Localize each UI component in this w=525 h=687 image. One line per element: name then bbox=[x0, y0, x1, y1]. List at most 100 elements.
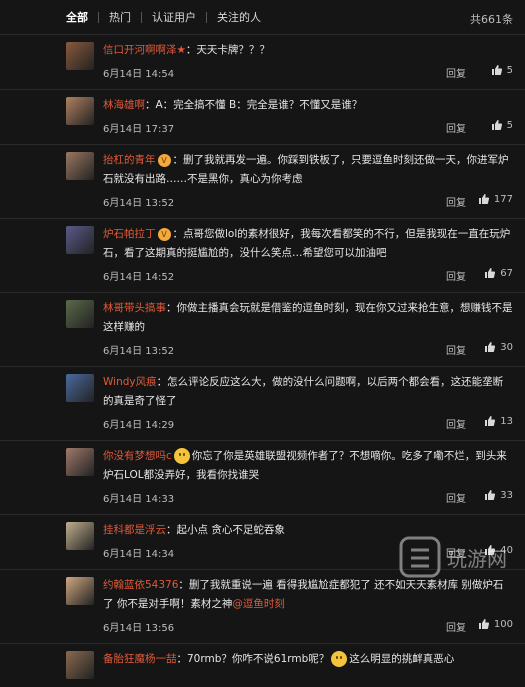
avatar[interactable] bbox=[66, 152, 94, 180]
like-count: 30 bbox=[500, 341, 513, 353]
comment-meta: 6月14日 14:52 回复 67 bbox=[103, 264, 513, 286]
comment-text: 挂科都是浮云：起小点 贪心不足蛇吞象 bbox=[103, 521, 513, 540]
comment-text: Windy风痕：怎么评论反应这么大，做的没什么问题啊，以后两个都会看，这还能垄断… bbox=[103, 373, 513, 411]
reply-button[interactable]: 回复 bbox=[446, 490, 466, 505]
thumbs-up-icon bbox=[484, 489, 500, 501]
reply-button[interactable]: 回复 bbox=[446, 619, 466, 634]
like-button[interactable]: 5 bbox=[491, 119, 513, 131]
thumbs-up-icon bbox=[484, 267, 500, 279]
timestamp: 6月14日 14:34 bbox=[103, 549, 175, 560]
avatar[interactable] bbox=[66, 42, 94, 70]
comment-item: Windy风痕：怎么评论反应这么大，做的没什么问题啊，以后两个都会看，这还能垄断… bbox=[0, 366, 525, 440]
username-link[interactable]: 备胎狂魔杨一喆 bbox=[103, 653, 177, 665]
timestamp: 6月14日 13:56 bbox=[103, 623, 175, 634]
comment-meta: 6月14日 13:52 回复 30 bbox=[103, 338, 513, 360]
like-count: 5 bbox=[506, 64, 513, 76]
username-link[interactable]: 炉石帕拉丁 bbox=[103, 228, 156, 240]
avatar[interactable] bbox=[66, 300, 94, 328]
thumbs-up-icon bbox=[478, 193, 494, 205]
like-count: 33 bbox=[500, 489, 513, 501]
comment-meta: 6月14日 14:33 回复 33 bbox=[103, 486, 513, 508]
like-count: 67 bbox=[500, 267, 513, 279]
comment-meta: 6月14日 14:34 回复 40 bbox=[103, 541, 513, 563]
emoji-icon bbox=[173, 448, 190, 464]
username-link[interactable]: 林哥带头搞事 bbox=[103, 302, 166, 314]
reply-button[interactable]: 回复 bbox=[446, 268, 466, 283]
like-count: 5 bbox=[506, 119, 513, 131]
avatar[interactable] bbox=[66, 374, 94, 402]
like-button[interactable]: 40 bbox=[484, 544, 513, 556]
comment-item: 抬杠的青年 V ：删了我就再发一遍。你踩到铁板了，只要逗鱼时刻还做一天，你进军炉石就… bbox=[0, 144, 525, 218]
comment-text: 抬杠的青年 V ：删了我就再发一遍。你踩到铁板了，只要逗鱼时刻还做一天，你进军炉石就… bbox=[103, 151, 513, 189]
star-icon: ★ bbox=[176, 44, 186, 56]
like-button[interactable]: 67 bbox=[484, 267, 513, 279]
avatar[interactable] bbox=[66, 522, 94, 550]
tab-verified[interactable]: 认证用户 bbox=[152, 9, 196, 25]
comment-meta: 6月14日 13:52 回复 177 bbox=[103, 190, 513, 212]
timestamp: 6月14日 14:54 bbox=[103, 69, 175, 80]
timestamp: 6月14日 17:37 bbox=[103, 124, 175, 135]
like-count: 100 bbox=[493, 618, 513, 630]
reply-button[interactable]: 回复 bbox=[446, 194, 466, 209]
comment-item: 信口开河啊啊泽★：天天卡牌？？？ 6月14日 14:54 回复 5 bbox=[0, 34, 525, 89]
username-link[interactable]: 抬杠的青年 bbox=[103, 154, 156, 166]
tab-all[interactable]: 全部 bbox=[66, 9, 88, 25]
username-link[interactable]: 信口开河啊啊泽 bbox=[103, 44, 177, 56]
thumbs-up-icon bbox=[484, 341, 500, 353]
reply-button[interactable]: 回复 bbox=[446, 342, 466, 357]
avatar[interactable] bbox=[66, 448, 94, 476]
comment-item: 备胎狂魔杨一喆：70rmb？你咋不说61rmb呢？ 这么明显的挑衅真恶心 bbox=[0, 643, 525, 687]
like-count: 40 bbox=[500, 544, 513, 556]
comment-item: 炉石帕拉丁 V ：点哥您做lol的素材很好，我每次看都笑的不行，但是我现在一直在玩炉… bbox=[0, 218, 525, 292]
tab-divider bbox=[206, 11, 207, 23]
comment-item: 挂科都是浮云：起小点 贪心不足蛇吞象 6月14日 14:34 回复 40 bbox=[0, 514, 525, 569]
reply-button[interactable]: 回复 bbox=[446, 545, 466, 560]
like-button[interactable]: 5 bbox=[491, 64, 513, 76]
reply-button[interactable]: 回复 bbox=[446, 416, 466, 431]
like-button[interactable]: 100 bbox=[478, 618, 513, 630]
like-button[interactable]: 30 bbox=[484, 341, 513, 353]
verified-badge-icon: V bbox=[157, 227, 171, 241]
comment-meta: 6月14日 14:54 回复 5 bbox=[103, 61, 513, 83]
timestamp: 6月14日 14:52 bbox=[103, 272, 175, 283]
comment-text: 林海雄啊：A：完全搞不懂 B：完全是谁？不懂又是谁？ bbox=[103, 96, 513, 115]
thumbs-up-icon bbox=[491, 64, 507, 76]
like-count: 177 bbox=[493, 193, 513, 205]
timestamp: 6月14日 14:29 bbox=[103, 420, 175, 431]
comment-body-tail: 这么明显的挑衅真恶心 bbox=[349, 653, 455, 665]
like-button[interactable]: 177 bbox=[478, 193, 513, 205]
thumbs-up-icon bbox=[491, 119, 507, 131]
thumbs-up-icon bbox=[484, 415, 500, 427]
comment-meta: 6月14日 17:37 回复 5 bbox=[103, 116, 513, 138]
thumbs-up-icon bbox=[484, 544, 500, 556]
comment-meta: 6月14日 13:56 回复 100 bbox=[103, 615, 513, 637]
like-button[interactable]: 13 bbox=[484, 415, 513, 427]
comment-body: ：A：完全搞不懂 B：完全是谁？不懂又是谁？ bbox=[145, 99, 363, 111]
comment-text: 信口开河啊啊泽★：天天卡牌？？？ bbox=[103, 41, 513, 60]
tab-divider bbox=[141, 11, 142, 23]
reply-button[interactable]: 回复 bbox=[446, 65, 466, 80]
emoji-icon bbox=[331, 651, 348, 667]
filter-tabs: 全部 热门 认证用户 关注的人 共661条 bbox=[0, 0, 525, 34]
avatar[interactable] bbox=[66, 651, 94, 679]
comment-item: 约翰蓝依54376：删了我就重说一遍 看得我尴尬症都犯了 还不如天天素材库 别做… bbox=[0, 569, 525, 643]
tab-divider bbox=[98, 11, 99, 23]
username-link[interactable]: 林海雄啊 bbox=[103, 99, 145, 111]
comment-item: 林哥带头搞事：你做主播真会玩就是借鉴的逗鱼时刻，现在你又过来抢生意，想赚钱不是这… bbox=[0, 292, 525, 366]
avatar[interactable] bbox=[66, 226, 94, 254]
avatar[interactable] bbox=[66, 97, 94, 125]
username-link[interactable]: 你没有梦想吗c bbox=[103, 450, 172, 462]
reply-button[interactable]: 回复 bbox=[446, 120, 466, 135]
tab-hot[interactable]: 热门 bbox=[109, 9, 131, 25]
comment-text: 你没有梦想吗c 你忘了你是英雄联盟视频作者了？不想嘀你。吃多了嘞不烂，到头来炉石L… bbox=[103, 447, 513, 485]
username-link[interactable]: 挂科都是浮云 bbox=[103, 524, 166, 536]
like-count: 13 bbox=[500, 415, 513, 427]
username-link[interactable]: 约翰蓝依54376 bbox=[103, 579, 178, 591]
timestamp: 6月14日 14:33 bbox=[103, 494, 175, 505]
avatar[interactable] bbox=[66, 577, 94, 605]
like-button[interactable]: 33 bbox=[484, 489, 513, 501]
tab-following[interactable]: 关注的人 bbox=[217, 9, 261, 25]
username-link[interactable]: Windy风痕 bbox=[103, 376, 157, 388]
timestamp: 6月14日 13:52 bbox=[103, 346, 175, 357]
comment-count: 共661条 bbox=[470, 13, 513, 26]
